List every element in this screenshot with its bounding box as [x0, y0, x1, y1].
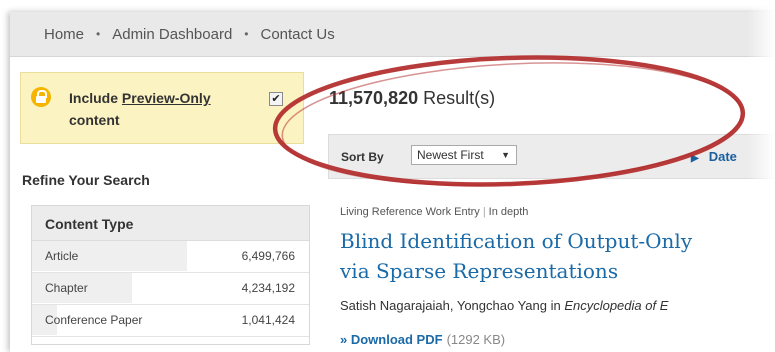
- refine-search-heading: Refine Your Search: [22, 172, 150, 188]
- download-pdf: » Download PDF (1292 KB): [340, 332, 505, 347]
- sort-by-label: Sort By: [341, 150, 384, 164]
- download-pdf-link[interactable]: » Download PDF: [340, 332, 443, 347]
- entry-depth: In depth: [488, 206, 529, 218]
- top-navigation: Home • Admin Dashboard • Contact Us: [10, 12, 775, 57]
- preview-only-checkbox[interactable]: ✔: [269, 92, 283, 106]
- content-type-heading: Content Type: [32, 206, 309, 241]
- preview-only-label: Include Preview-Only content: [69, 90, 211, 128]
- content-type-facet: Content Type Article 6,499,766 Chapter 4…: [31, 205, 310, 345]
- result-count: 11,570,820 Result(s): [329, 88, 495, 109]
- facet-count: 1,041,424: [241, 313, 295, 327]
- facet-label: Article: [45, 249, 79, 263]
- facet-row-chapter[interactable]: Chapter 4,234,192: [32, 273, 309, 305]
- lock-icon: [31, 87, 51, 107]
- entry-meta: Living Reference Work Entry | In depth: [340, 206, 529, 218]
- chevron-down-icon: ▼: [501, 150, 510, 160]
- date-filter-label: Date: [708, 149, 737, 164]
- sort-bar: Sort By Newest First ▼ ▶ Date: [328, 134, 775, 179]
- result-count-suffix: Result(s): [418, 88, 496, 108]
- date-filter-toggle[interactable]: ▶ Date: [691, 149, 737, 164]
- facet-label: Chapter: [45, 281, 88, 295]
- facet-count: 6,499,766: [241, 249, 295, 263]
- entry-authors: Satish Nagarajaiah, Yongchao Yang in Enc…: [340, 298, 669, 313]
- facet-label: Conference Paper: [45, 313, 143, 327]
- entry-type: Living Reference Work Entry: [340, 206, 480, 218]
- download-size: (1292 KB): [446, 332, 506, 347]
- entry-publication[interactable]: Encyclopedia of E: [564, 298, 668, 313]
- facet-count: 4,234,192: [241, 281, 295, 295]
- result-count-number: 11,570,820: [329, 88, 419, 108]
- facet-row-conference-paper[interactable]: Conference Paper 1,041,424: [32, 305, 309, 337]
- entry-title-link[interactable]: Blind Identification of Output-Only via …: [340, 226, 775, 286]
- sort-select[interactable]: Newest First ▼: [411, 145, 517, 165]
- nav-separator: •: [96, 27, 101, 41]
- nav-admin-dashboard-link[interactable]: Admin Dashboard: [112, 26, 232, 43]
- entry-title-line: via Sparse Representations: [340, 259, 619, 283]
- nav-separator: •: [244, 27, 249, 41]
- entry-title-line: Blind Identification of Output-Only: [340, 229, 693, 253]
- nav-home-link[interactable]: Home: [44, 26, 84, 43]
- triangle-right-icon: ▶: [691, 153, 699, 164]
- preview-only-filter: Include Preview-Only content ✔: [20, 72, 304, 144]
- preview-only-link[interactable]: Preview-Only: [122, 90, 211, 106]
- sort-selected-value: Newest First: [417, 148, 484, 162]
- checkmark-icon: ✔: [271, 93, 281, 105]
- facet-row-article[interactable]: Article 6,499,766: [32, 241, 309, 273]
- nav-contact-link[interactable]: Contact Us: [261, 26, 335, 43]
